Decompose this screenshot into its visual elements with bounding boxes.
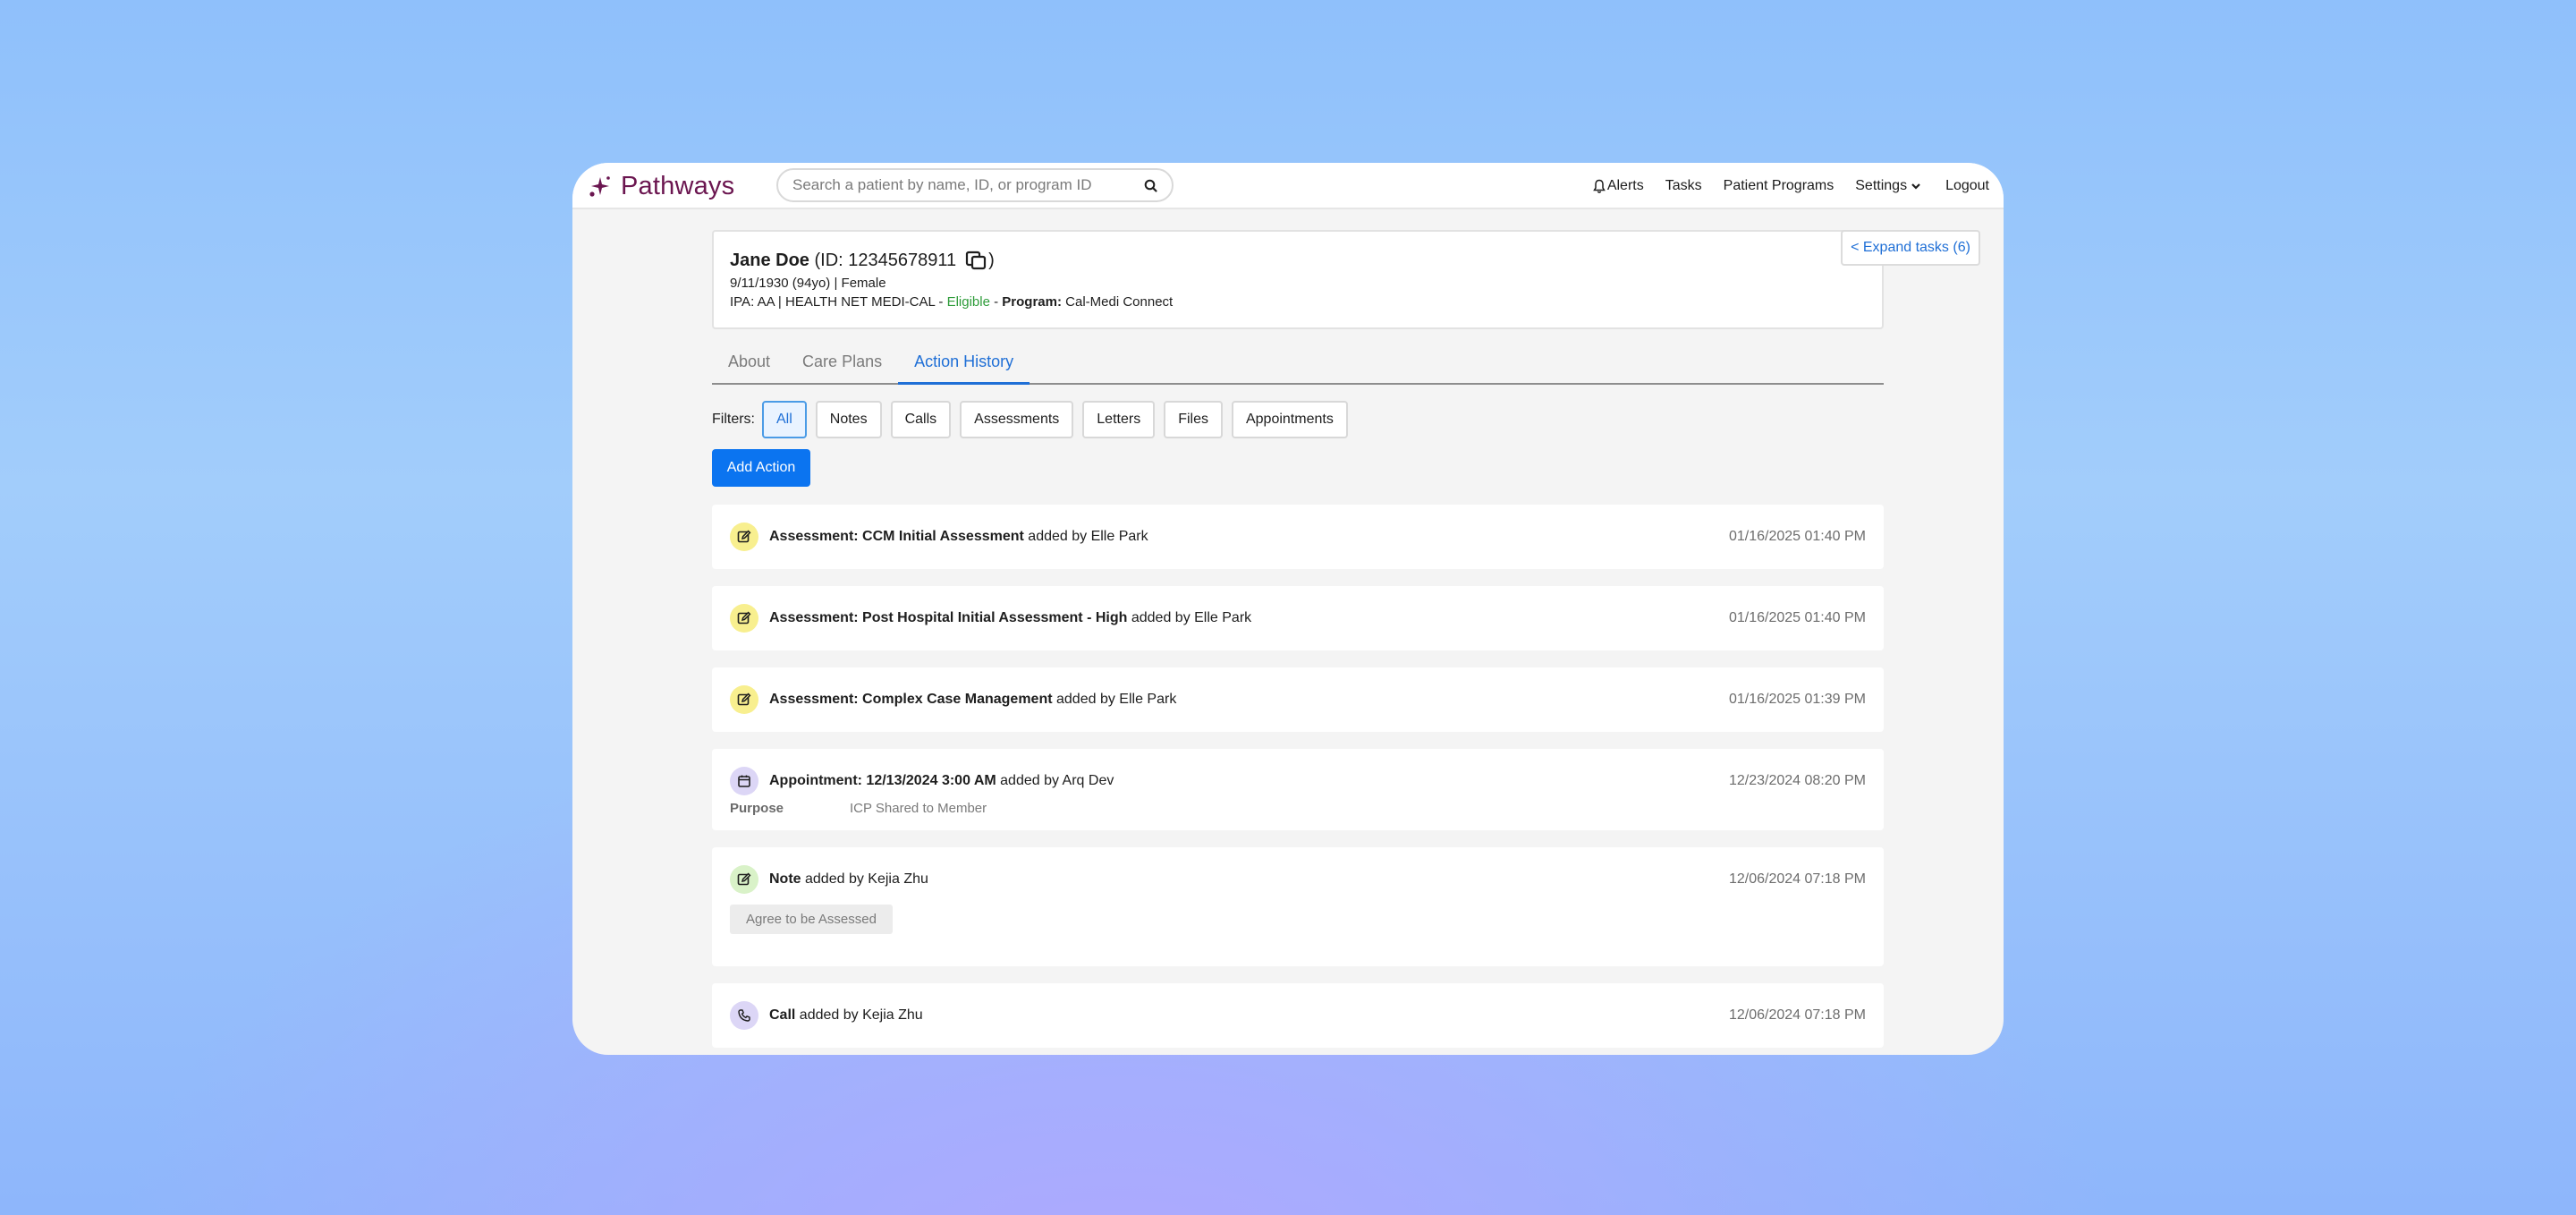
action-item[interactable]: Note added by Kejia Zhu 12/06/2024 07:18…: [712, 847, 1884, 966]
detail-label: Purpose: [730, 801, 784, 816]
filters-label: Filters:: [712, 412, 755, 427]
search-input[interactable]: [792, 176, 1132, 194]
patient-id-close: ): [988, 250, 995, 270]
action-author: added by Elle Park: [1127, 610, 1252, 625]
filter-assessments[interactable]: Assessments: [960, 401, 1074, 438]
ipa-text: IPA: AA | HEALTH NET MEDI-CAL -: [730, 294, 947, 310]
action-author: added by Elle Park: [1023, 529, 1148, 544]
note-tag: Agree to be Assessed: [730, 905, 893, 934]
program-label: Program:: [1002, 294, 1062, 310]
action-title: Assessment: CCM Initial Assessment added…: [769, 529, 1148, 545]
action-title: Appointment: 12/13/2024 3:00 AM added by…: [769, 773, 1114, 789]
action-type-title: Assessment: Complex Case Management: [769, 692, 1053, 707]
filter-all[interactable]: All: [762, 401, 807, 438]
action-header: Assessment: Post Hospital Initial Assess…: [730, 586, 1866, 650]
eligibility-status: Eligible: [946, 294, 990, 310]
expand-tasks-button[interactable]: < Expand tasks (6): [1841, 230, 1980, 266]
action-type-title: Appointment: 12/13/2024 3:00 AM: [769, 773, 996, 788]
edit-icon: [730, 523, 758, 551]
phone-icon: [730, 1001, 758, 1030]
filter-bar: Filters: All Notes Calls Assessments Let…: [712, 401, 1884, 438]
nav-patient-programs-label: Patient Programs: [1723, 178, 1835, 193]
patient-demographics: 9/11/1930 (94yo) | Female: [730, 276, 886, 291]
action-author: added by Arq Dev: [996, 773, 1114, 788]
patient-header-card: Jane Doe (ID: 12345678911 ) 9/11/1930 (9…: [712, 230, 1980, 329]
calendar-icon: [730, 767, 758, 795]
sparkle-logo-icon: [589, 176, 610, 197]
action-title: Assessment: Post Hospital Initial Assess…: [769, 610, 1251, 626]
copy-icon[interactable]: [965, 250, 988, 271]
add-action-button[interactable]: Add Action: [712, 449, 810, 487]
nav-logout[interactable]: Logout: [1945, 178, 1989, 194]
tab-about[interactable]: About: [712, 344, 786, 385]
patient-tabs: About Care Plans Action History: [712, 344, 1884, 385]
nav-settings[interactable]: Settings: [1855, 178, 1924, 194]
patient-coverage: IPA: AA | HEALTH NET MEDI-CAL - Eligible…: [730, 295, 1866, 309]
nav-logout-label: Logout: [1945, 178, 1989, 193]
edit-icon: [730, 685, 758, 714]
filter-files[interactable]: Files: [1164, 401, 1223, 438]
filter-appointments[interactable]: Appointments: [1231, 401, 1348, 438]
action-item[interactable]: Assessment: CCM Initial Assessment added…: [712, 505, 1884, 569]
action-title: Call added by Kejia Zhu: [769, 1007, 923, 1024]
action-title: Note added by Kejia Zhu: [769, 871, 928, 888]
action-type-title: Assessment: CCM Initial Assessment: [769, 529, 1024, 544]
header-nav: Alerts Tasks Patient Programs Settings L…: [1572, 163, 1989, 209]
action-item[interactable]: Assessment: Post Hospital Initial Assess…: [712, 586, 1884, 650]
filter-notes[interactable]: Notes: [815, 401, 882, 438]
action-type-title: Assessment: Post Hospital Initial Assess…: [769, 610, 1128, 625]
action-timestamp: 01/16/2025 01:39 PM: [1728, 692, 1866, 707]
tab-action-history[interactable]: Action History: [898, 344, 1030, 385]
action-item[interactable]: Assessment: Complex Case Management adde…: [712, 667, 1884, 732]
nav-tasks-label: Tasks: [1665, 178, 1702, 193]
action-timestamp: 12/06/2024 07:18 PM: [1728, 1007, 1866, 1023]
nav-tasks[interactable]: Tasks: [1665, 178, 1702, 194]
program-value: Cal-Medi Connect: [1061, 294, 1174, 310]
nav-patient-programs[interactable]: Patient Programs: [1724, 178, 1835, 194]
action-header: Assessment: CCM Initial Assessment added…: [730, 505, 1866, 569]
action-type-title: Note: [769, 871, 801, 887]
edit-icon: [730, 865, 758, 894]
search-icon[interactable]: [1143, 178, 1159, 194]
action-type-title: Call: [769, 1007, 796, 1023]
action-timestamp: 12/06/2024 07:18 PM: [1728, 871, 1866, 887]
action-item[interactable]: Call added by Kejia Zhu 12/06/2024 07:18…: [712, 983, 1884, 1048]
nav-settings-label: Settings: [1855, 178, 1908, 193]
filter-letters[interactable]: Letters: [1082, 401, 1156, 438]
action-header: Call added by Kejia Zhu: [730, 983, 1866, 1048]
patient-name: Jane Doe: [730, 250, 809, 270]
action-timestamp: 01/16/2025 01:40 PM: [1728, 529, 1866, 544]
nav-alerts[interactable]: Alerts: [1593, 178, 1644, 194]
action-title: Assessment: Complex Case Management adde…: [769, 692, 1176, 708]
brand-logo[interactable]: Pathways: [585, 170, 734, 202]
filter-calls[interactable]: Calls: [890, 401, 952, 438]
brand-name: Pathways: [621, 171, 735, 200]
app-window: Pathways Alerts Tasks Patient Programs: [572, 163, 2004, 1055]
action-author: added by Kejia Zhu: [795, 1007, 923, 1023]
action-timestamp: 12/23/2024 08:20 PM: [1728, 773, 1866, 788]
action-header: Assessment: Complex Case Management adde…: [730, 667, 1866, 732]
main-content: Jane Doe (ID: 12345678911 ) 9/11/1930 (9…: [712, 230, 1980, 1055]
action-detail: Purpose ICP Shared to Member: [730, 801, 1866, 830]
chevron-down-icon: [1911, 183, 1920, 190]
action-history-list: Assessment: CCM Initial Assessment added…: [712, 505, 1884, 1048]
edit-icon: [730, 604, 758, 633]
top-navigation-bar: Pathways Alerts Tasks Patient Programs: [572, 163, 2004, 209]
patient-search-box[interactable]: [776, 168, 1174, 202]
action-item[interactable]: Appointment: 12/13/2024 3:00 AM added by…: [712, 749, 1884, 830]
patient-title: Jane Doe (ID: 12345678911 ): [730, 250, 1866, 271]
action-author: added by Elle Park: [1052, 692, 1177, 707]
action-author: added by Kejia Zhu: [801, 871, 928, 887]
tab-care-plans[interactable]: Care Plans: [786, 344, 898, 385]
action-timestamp: 01/16/2025 01:40 PM: [1728, 610, 1866, 625]
nav-alerts-label: Alerts: [1606, 178, 1644, 193]
bell-icon: [1593, 179, 1606, 193]
patient-id: (ID: 12345678911: [814, 250, 957, 270]
action-header: Note added by Kejia Zhu: [730, 847, 1866, 912]
coverage-separator: -: [989, 294, 1003, 310]
detail-value: ICP Shared to Member: [850, 801, 987, 816]
